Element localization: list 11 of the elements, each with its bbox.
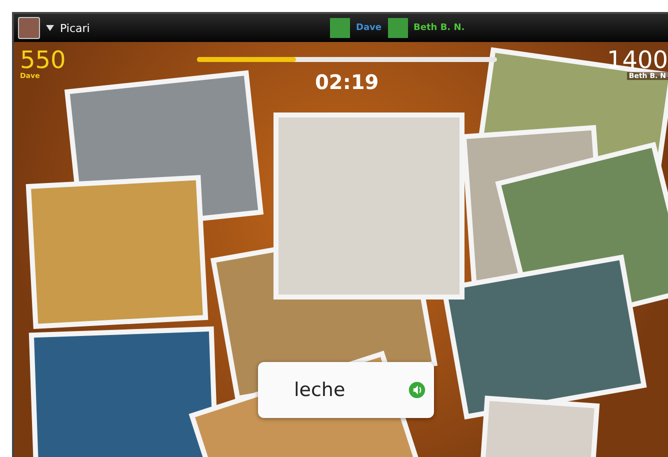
score: 550 bbox=[20, 48, 66, 72]
word-card[interactable]: leche bbox=[258, 362, 434, 418]
app-title[interactable]: Picari bbox=[60, 22, 90, 34]
player-name: Dave bbox=[356, 23, 382, 33]
caret-icon[interactable] bbox=[46, 25, 54, 31]
word: leche bbox=[294, 379, 346, 401]
score: 1400 bbox=[606, 48, 668, 72]
player-name: Beth B. N. bbox=[414, 23, 465, 33]
app-icon[interactable] bbox=[18, 17, 40, 39]
speaker-icon[interactable] bbox=[408, 381, 426, 399]
timer: 02:19 bbox=[315, 70, 379, 94]
